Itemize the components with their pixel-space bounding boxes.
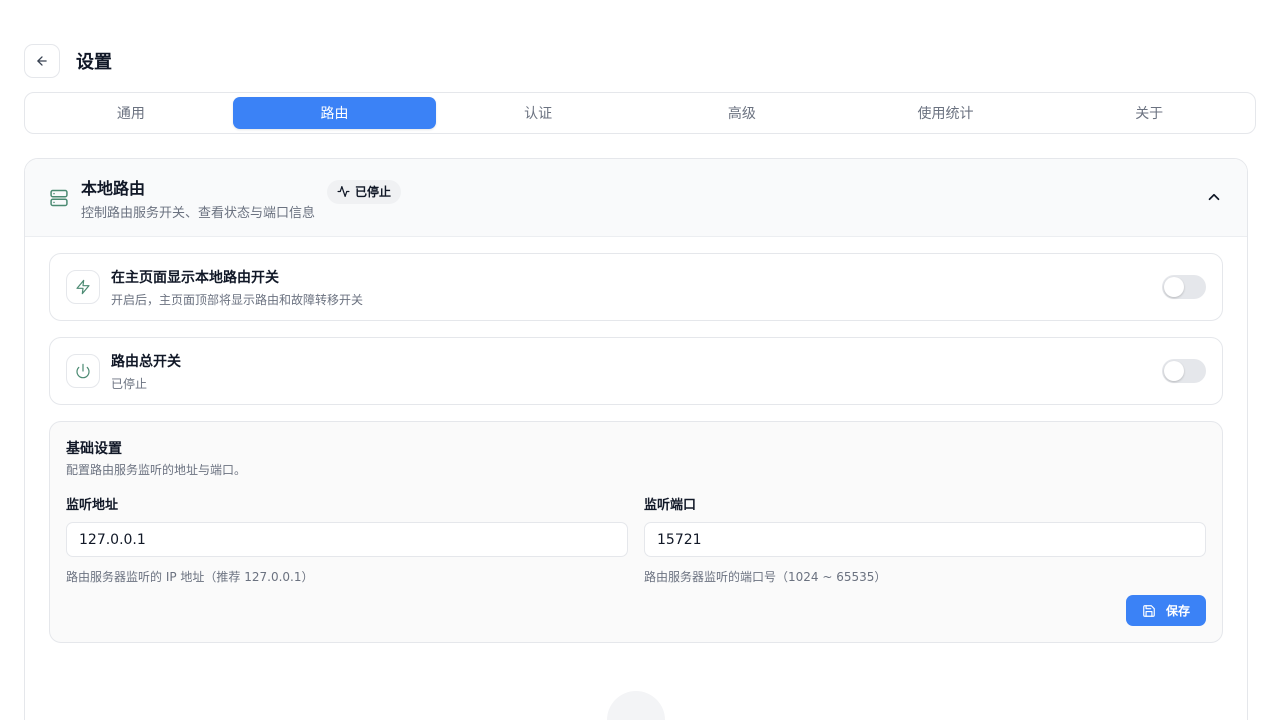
listen-port-hint: 路由服务器监听的端口号（1024 ~ 65535） [644,570,887,584]
listen-address-label: 监听地址 [66,498,119,513]
basic-settings-fields: 监听地址 路由服务器监听的 IP 地址（推荐 127.0.0.1） 监听端口 路… [66,494,1206,585]
tab-usage-stats[interactable]: 使用统计 [844,97,1048,129]
toggle-knob [1164,277,1184,297]
save-button-label: 保存 [1165,604,1190,618]
power-icon [76,363,90,379]
toggle-knob [1164,361,1184,381]
show-router-switch-toggle[interactable] [1162,275,1206,299]
basic-settings-title: 基础设置 [66,441,122,457]
tab-advanced[interactable]: 高级 [640,97,844,129]
server-icon [50,189,68,206]
settings-tabs: 通用 路由 认证 高级 使用统计 关于 [24,92,1256,134]
tab-about[interactable]: 关于 [1047,97,1251,129]
basic-settings-panel: 基础设置 配置路由服务监听的地址与端口。 监听地址 路由服务器监听的 IP 地址… [49,421,1223,643]
basic-settings-desc: 配置路由服务监听的地址与端口。 [66,463,247,477]
row-title: 在主页面显示本地路由开关 [111,269,279,286]
row-title: 路由总开关 [111,353,181,370]
local-router-card: 本地路由 控制路由服务开关、查看状态与端口信息 已停止 在主页面显示本地路由开关… [24,158,1248,720]
tab-routing[interactable]: 路由 [232,97,437,129]
save-icon [1143,604,1155,617]
local-router-title: 本地路由 [81,178,146,198]
row-icon-box [66,354,100,388]
local-router-subtitle: 控制路由服务开关、查看状态与端口信息 [81,205,316,221]
status-badge-label: 已停止 [355,185,392,199]
router-master-switch-row: 路由总开关 已停止 [49,337,1223,405]
row-text: 在主页面显示本地路由开关 开启后，主页面顶部将显示路由和故障转移开关 [111,267,1162,308]
zap-icon [76,279,90,295]
row-icon-box [66,270,100,304]
tab-auth[interactable]: 认证 [436,97,640,129]
listen-port-input[interactable] [644,522,1206,557]
back-button[interactable] [24,44,60,78]
show-router-switch-row: 在主页面显示本地路由开关 开启后，主页面顶部将显示路由和故障转移开关 [49,253,1223,321]
listen-address-input[interactable] [66,522,628,557]
row-text: 路由总开关 已停止 [111,351,1162,392]
arrow-left-icon [37,56,47,66]
listen-port-label: 监听端口 [644,498,697,513]
local-router-heading: 本地路由 控制路由服务开关、查看状态与端口信息 [81,175,315,221]
loading-indicator [607,691,665,720]
activity-icon [337,186,350,197]
row-desc: 开启后，主页面顶部将显示路由和故障转移开关 [111,292,364,307]
tab-general[interactable]: 通用 [29,97,233,129]
listen-port-field: 监听端口 路由服务器监听的端口号（1024 ~ 65535） [644,494,1206,585]
listen-address-field: 监听地址 路由服务器监听的 IP 地址（推荐 127.0.0.1） [66,494,628,585]
local-router-card-header[interactable]: 本地路由 控制路由服务开关、查看状态与端口信息 已停止 [25,159,1247,237]
row-desc: 已停止 [111,376,148,391]
save-button[interactable]: 保存 [1126,595,1206,626]
status-badge: 已停止 [327,179,402,204]
page-header: 设置 [24,44,112,78]
listen-address-hint: 路由服务器监听的 IP 地址（推荐 127.0.0.1） [66,570,314,584]
page-title: 设置 [76,52,112,73]
router-master-toggle[interactable] [1162,359,1206,383]
chevron-up-icon[interactable] [1205,188,1223,206]
